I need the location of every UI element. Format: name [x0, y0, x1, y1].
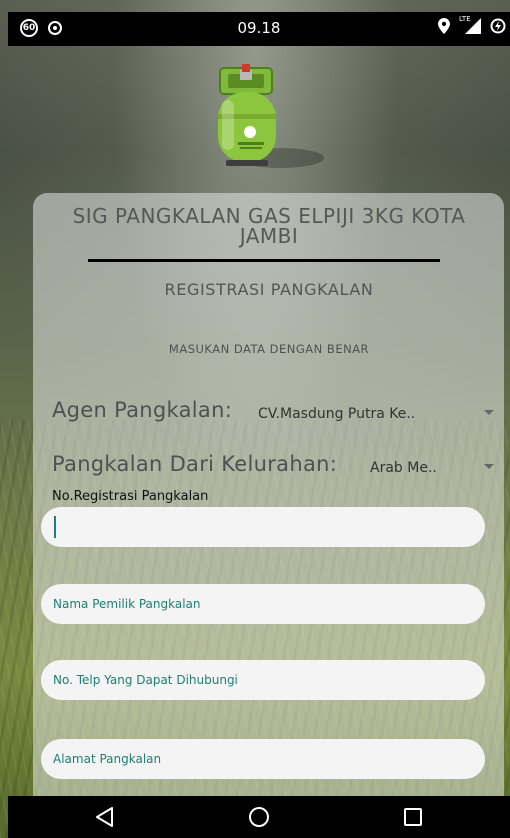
agen-value[interactable]: CV.Masdung Putra Ke.. — [258, 406, 415, 422]
dropdown-arrow-icon[interactable] — [484, 410, 494, 415]
navigation-bar — [8, 796, 510, 838]
battery-charging-icon — [490, 18, 506, 34]
signal-icon: LTE — [459, 15, 481, 34]
kelurahan-label: Pangkalan Dari Kelurahan: — [52, 452, 338, 476]
gas-cylinder-icon — [218, 64, 324, 168]
location-icon — [438, 18, 450, 34]
no-registrasi-label: No.Registrasi Pangkalan — [52, 489, 209, 504]
agen-label: Agen Pangkalan: — [52, 398, 233, 422]
alamat-input[interactable] — [41, 739, 485, 779]
home-circle-icon[interactable] — [246, 804, 272, 830]
back-triangle-icon[interactable] — [92, 804, 118, 830]
dropdown-arrow-icon[interactable] — [484, 464, 494, 469]
title-divider — [88, 259, 440, 262]
clock: 09.18 — [237, 19, 281, 37]
kelurahan-value[interactable]: Arab Me.. — [370, 460, 437, 476]
recents-square-icon[interactable] — [400, 804, 426, 830]
agen-spinner[interactable]: Agen Pangkalan: CV.Masdung Putra Ke.. — [52, 398, 500, 432]
no-telp-input[interactable] — [41, 660, 485, 700]
page-title: REGISTRASI PANGKALAN — [164, 280, 374, 299]
text-cursor — [54, 516, 56, 538]
form-hint: MASUKAN DATA DENGAN BENAR — [168, 342, 370, 356]
nama-pemilik-input[interactable] — [41, 584, 485, 624]
no-registrasi-input[interactable] — [41, 507, 485, 547]
status-bar: 60 09.18 LTE — [8, 12, 510, 46]
kelurahan-spinner[interactable]: Pangkalan Dari Kelurahan: Arab Me.. — [52, 452, 500, 486]
app-title: SIG PANGKALAN GAS ELPIJI 3KG KOTA JAMBI — [72, 204, 466, 248]
